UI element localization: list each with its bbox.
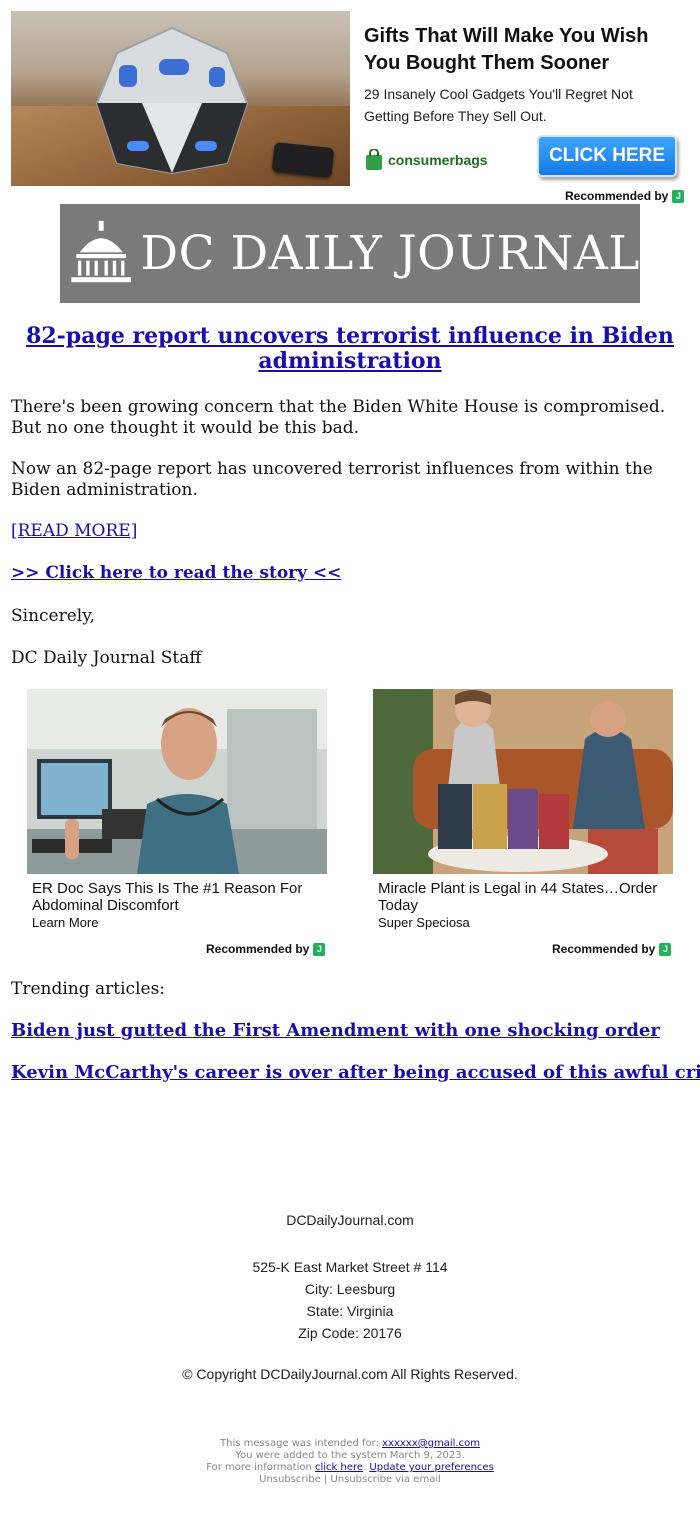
ad-source[interactable]: Learn More bbox=[27, 914, 327, 931]
masthead-title: DC DAILY JOURNAL bbox=[140, 226, 640, 281]
footer-site-name: DCDailyJournal.com bbox=[286, 1212, 414, 1228]
update-preferences-link[interactable]: Update your preferences bbox=[369, 1462, 493, 1473]
trending-heading: Trending articles: bbox=[11, 979, 166, 999]
speciosa-image[interactable] bbox=[373, 689, 673, 874]
unsubscribe-links[interactable]: Unsubscribe | Unsubscribe via email bbox=[0, 1474, 700, 1486]
city: City: Leesburg bbox=[304, 1281, 396, 1297]
recommended-by-badge[interactable]: Recommended by J bbox=[206, 942, 326, 956]
fine-print: This message was intended for: xxxxxx@gm… bbox=[0, 1438, 700, 1486]
sponsored-card-er-doc[interactable]: ER Doc Says This Is The #1 Reason For Ab… bbox=[27, 689, 327, 931]
recommender-logo-icon: J bbox=[672, 189, 685, 203]
masthead-logo[interactable]: DC DAILY JOURNAL bbox=[60, 204, 640, 303]
top-advertisement[interactable]: Gifts That Will Make You Wish You Bought… bbox=[11, 11, 689, 186]
capitol-dome-icon bbox=[71, 220, 132, 282]
trending-link-2[interactable]: Kevin McCarthy's career is over after be… bbox=[11, 1062, 700, 1083]
footer-address: 525-K East Market Street # 114 City: Lee… bbox=[0, 1256, 700, 1344]
recommended-by-badge[interactable]: Recommended by J bbox=[552, 942, 672, 956]
street-address: 525-K East Market Street # 114 bbox=[252, 1259, 448, 1275]
read-more-link[interactable]: [READ MORE] bbox=[11, 521, 137, 541]
gadget-illustration bbox=[95, 26, 249, 175]
ad-gadget-image[interactable] bbox=[11, 11, 350, 186]
added-date: You were added to the system March 9, 20… bbox=[235, 1450, 465, 1461]
trending-link-1[interactable]: Biden just gutted the First Amendment wi… bbox=[11, 1020, 660, 1041]
recommended-label: Recommended by bbox=[206, 942, 310, 956]
brand-name: consumerbags bbox=[388, 152, 488, 168]
zip-code: Zip Code: 20176 bbox=[298, 1325, 402, 1341]
ad-source[interactable]: Super Speciosa bbox=[373, 914, 673, 931]
signature: DC Daily Journal Staff bbox=[11, 648, 202, 668]
click-here-button[interactable]: CLICK HERE bbox=[537, 135, 677, 177]
ad-title[interactable]: Miracle Plant is Legal in 44 States…Orde… bbox=[373, 880, 673, 914]
intended-for-label: This message was intended for: bbox=[220, 1438, 379, 1449]
sponsored-card-speciosa[interactable]: Miracle Plant is Legal in 44 States…Orde… bbox=[373, 689, 673, 931]
ad-headline[interactable]: Gifts That Will Make You Wish You Bought… bbox=[364, 23, 684, 77]
ad-brand[interactable]: consumerbags bbox=[364, 148, 488, 172]
recommended-label: Recommended by bbox=[565, 189, 669, 203]
sign-off: Sincerely, bbox=[11, 606, 95, 626]
recommended-label: Recommended by bbox=[552, 942, 656, 956]
article-headline-link[interactable]: 82-page report uncovers terrorist influe… bbox=[11, 324, 689, 374]
article-paragraph-1: There's been growing concern that the Bi… bbox=[11, 397, 666, 438]
article-paragraph-2: Now an 82-page report has uncovered terr… bbox=[11, 459, 653, 500]
recommended-by-badge[interactable]: Recommended by J bbox=[565, 189, 685, 203]
er-doc-image[interactable] bbox=[27, 689, 327, 874]
copyright: © Copyright DCDailyJournal.com All Right… bbox=[182, 1366, 518, 1382]
phone-image bbox=[271, 141, 335, 179]
recommender-logo-icon: J bbox=[659, 942, 672, 956]
ad-title[interactable]: ER Doc Says This Is The #1 Reason For Ab… bbox=[27, 880, 327, 914]
recipient-email-link[interactable]: xxxxxx@gmail.com bbox=[382, 1438, 480, 1449]
recommender-logo-icon: J bbox=[313, 942, 326, 956]
more-info-label: For more information bbox=[206, 1462, 312, 1473]
read-story-link[interactable]: >> Click here to read the story << bbox=[11, 563, 341, 583]
state: State: Virginia bbox=[306, 1303, 394, 1319]
ad-subtext[interactable]: 29 Insanely Cool Gadgets You'll Regret N… bbox=[364, 83, 664, 127]
shopping-bag-icon bbox=[366, 149, 382, 170]
click-here-link[interactable]: click here bbox=[315, 1462, 363, 1473]
